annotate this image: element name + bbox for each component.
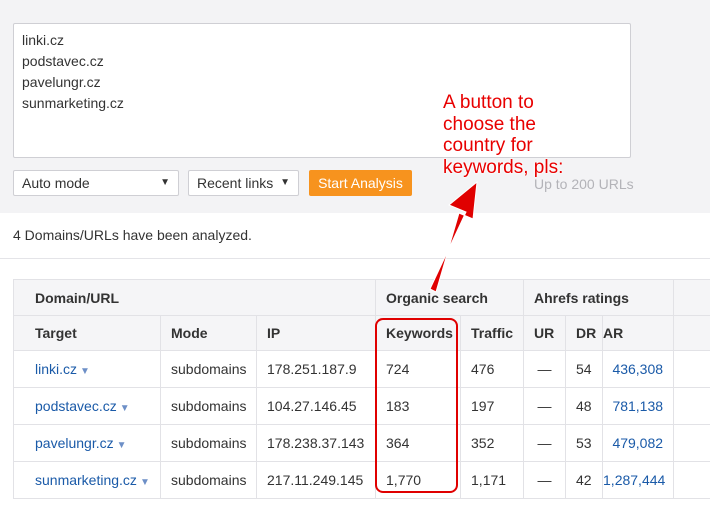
caret-down-icon: ▼ — [280, 177, 290, 188]
ip-cell: 178.251.187.9 — [255, 350, 377, 388]
ar-link[interactable]: 781,138 — [612, 398, 663, 414]
dr-cell: 42 — [565, 461, 604, 499]
dr-cell: 54 — [565, 350, 604, 388]
recent-links-value: Recent links — [197, 175, 274, 191]
url-line: podstavec.cz — [22, 53, 104, 69]
group-domain-url: Domain/URL — [12, 279, 377, 316]
table-row: pavelungr.cz ▼ subdomains 178.238.37.143 … — [13, 424, 710, 462]
table-column-header: Target Mode IP Keywords Traffic UR DR AR — [13, 315, 710, 351]
column-ar[interactable]: AR — [602, 315, 675, 351]
results-table: Domain/URL Organic search Ahrefs ratings… — [12, 279, 710, 499]
ur-cell: — — [523, 350, 567, 388]
annotation-line: country for — [443, 135, 533, 156]
mode-cell: subdomains — [160, 461, 257, 499]
ar-cell: 1,287,444 — [602, 461, 675, 499]
caret-down-icon[interactable]: ▼ — [140, 477, 150, 488]
analysis-status: 4 Domains/URLs have been analyzed. — [13, 227, 252, 243]
ar-cell: 781,138 — [602, 387, 675, 425]
target-link[interactable]: pavelungr.cz — [35, 435, 114, 451]
table-row: linki.cz ▼ subdomains 178.251.187.9 724 4… — [13, 350, 710, 388]
url-line: linki.cz — [22, 32, 65, 48]
ip-cell: 217.11.249.145 — [255, 461, 377, 499]
traffic-cell: 1,171 — [460, 461, 525, 499]
mode-select[interactable]: Auto mode ▼ — [13, 170, 179, 196]
annotation-line: choose the — [443, 113, 536, 135]
target-cell[interactable]: pavelungr.cz ▼ — [13, 424, 161, 462]
mode-cell: subdomains — [160, 350, 257, 388]
empty-cell — [673, 424, 710, 462]
ar-cell: 479,082 — [602, 424, 675, 462]
target-cell[interactable]: podstavec.cz ▼ — [13, 387, 161, 425]
traffic-cell: 352 — [460, 424, 525, 462]
mode-select-value: Auto mode — [22, 175, 90, 191]
ur-cell: — — [523, 387, 567, 425]
ip-cell: 104.27.146.45 — [255, 387, 377, 425]
recent-links-select[interactable]: Recent links ▼ — [188, 170, 299, 196]
annotation-line: keywords, pls: — [443, 156, 564, 178]
column-dr[interactable]: DR — [565, 315, 604, 351]
divider — [0, 258, 710, 259]
empty-cell — [673, 350, 710, 388]
table-group-header: Domain/URL Organic search Ahrefs ratings — [12, 279, 710, 316]
mode-cell: subdomains — [160, 387, 257, 425]
caret-down-icon[interactable]: ▼ — [120, 403, 130, 414]
ar-link[interactable]: 436,308 — [612, 361, 663, 377]
ar-link[interactable]: 479,082 — [612, 435, 663, 451]
ar-cell: 436,308 — [602, 350, 675, 388]
annotation-note: A button to choose the country for keywo… — [443, 92, 613, 178]
table-row: podstavec.cz ▼ subdomains 104.27.146.45 1… — [13, 387, 710, 425]
keywords-highlight-box — [375, 318, 458, 493]
url-limit-note: Up to 200 URLs — [534, 176, 634, 192]
ur-cell: — — [523, 424, 567, 462]
column-target[interactable]: Target — [13, 315, 161, 351]
dr-cell: 48 — [565, 387, 604, 425]
target-cell[interactable]: linki.cz ▼ — [13, 350, 161, 388]
column-ip[interactable]: IP — [255, 315, 377, 351]
start-analysis-button[interactable]: Start Analysis — [309, 170, 412, 196]
caret-down-icon: ▼ — [160, 177, 170, 188]
empty-cell — [673, 387, 710, 425]
traffic-cell: 476 — [460, 350, 525, 388]
column-traffic[interactable]: Traffic — [460, 315, 525, 351]
empty-cell — [673, 461, 710, 499]
group-ahrefs-ratings: Ahrefs ratings — [523, 279, 675, 316]
traffic-cell: 197 — [460, 387, 525, 425]
caret-down-icon[interactable]: ▼ — [117, 440, 127, 451]
column-mode[interactable]: Mode — [160, 315, 257, 351]
group-organic-search: Organic search — [375, 279, 525, 316]
target-cell[interactable]: sunmarketing.cz ▼ — [13, 461, 161, 499]
target-link[interactable]: linki.cz — [35, 361, 77, 377]
caret-down-icon[interactable]: ▼ — [80, 366, 90, 377]
annotation-line: A button to — [443, 92, 534, 113]
table-row: sunmarketing.cz ▼ subdomains 217.11.249.1… — [13, 461, 710, 499]
dr-cell: 53 — [565, 424, 604, 462]
mode-cell: subdomains — [160, 424, 257, 462]
ur-cell: — — [523, 461, 567, 499]
ar-link[interactable]: 1,287,444 — [604, 472, 666, 488]
ip-cell: 178.238.37.143 — [255, 424, 377, 462]
column-empty — [673, 315, 710, 351]
url-line: pavelungr.cz — [22, 74, 101, 90]
column-ur[interactable]: UR — [523, 315, 567, 351]
target-link[interactable]: sunmarketing.cz — [35, 472, 137, 488]
target-link[interactable]: podstavec.cz — [35, 398, 117, 414]
group-empty — [673, 279, 710, 316]
